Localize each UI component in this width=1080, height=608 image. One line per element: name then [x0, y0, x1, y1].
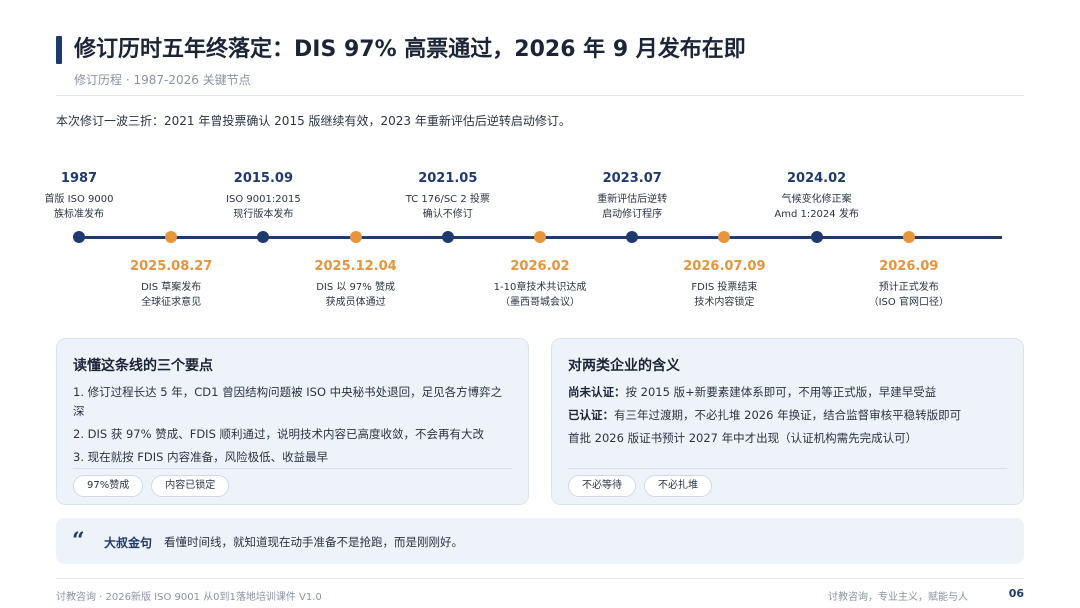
implications-card: 对两类企业的含义 尚未认证：按 2015 版+新要素建体系即可，不用等正式版，早… — [551, 338, 1024, 505]
timeline-event: 2023.07 重新评估后逆转 启动修订程序 — [552, 170, 712, 222]
footer-divider — [56, 578, 1024, 579]
event-description: 1-10章技术共识达成 （墨西哥城会议） — [493, 282, 587, 308]
key-point-item: 3. 现在就按 FDIS 内容准备，风险极低、收益最早 — [73, 450, 329, 464]
footer-course-name: 讨教咨询 · 2026新版 ISO 9001 从0到1落地培训课件 V1.0 — [56, 592, 322, 603]
timeline-node — [534, 231, 546, 243]
quote-label: 大叔金句 — [104, 536, 153, 550]
timeline-node — [73, 231, 85, 243]
tag-approval: 97%赞成 — [73, 475, 144, 497]
event-date: 2024.02 — [786, 171, 847, 186]
timeline-node — [349, 231, 362, 243]
event-description: 气候变化修正案 Amd 1:2024 发布 — [774, 194, 859, 220]
event-description: TC 176/SC 2 投票 确认不修订 — [405, 194, 490, 220]
quote-icon: “ — [72, 528, 85, 554]
event-date: 2021.05 — [418, 171, 478, 186]
key-points-title: 读懂这条线的三个要点 — [73, 358, 213, 374]
title-accent-bar — [56, 36, 62, 64]
tag-locked: 内容已锁定 — [151, 475, 230, 497]
implications-title: 对两类企业的含义 — [568, 358, 680, 374]
timeline-node — [810, 231, 823, 243]
event-description: 预计正式发布 （ISO 官网口径） — [868, 282, 949, 308]
event-date: 2025.12.04 — [314, 259, 397, 274]
key-point-item: 2. DIS 获 97% 赞成、FDIS 顺利通过，说明技术内容已高度收敛，不会… — [73, 427, 485, 441]
implication-text: 按 2015 版+新要素建体系即可，不用等正式版，早建早受益 — [625, 385, 937, 399]
tag-no-wait: 不必等待 — [568, 475, 636, 497]
timeline-node — [902, 231, 915, 243]
timeline-event: 2026.02 1-10章技术共识达成 （墨西哥城会议） — [460, 258, 620, 310]
event-date: 2026.07.09 — [683, 259, 766, 274]
event-description: 重新评估后逆转 启动修订程序 — [597, 194, 668, 220]
footer-slogan: 讨教咨询，专业主义，赋能与人 — [828, 592, 968, 603]
timeline-event: 2026.07.09 FDIS 投票结束 技术内容锁定 — [644, 258, 804, 310]
implication-label: 尚未认证： — [568, 385, 626, 399]
key-point-item: 1. 修订过程长达 5 年，CD1 曾因结构问题被 ISO 中央秘书处退回，足见… — [73, 385, 503, 418]
event-description: 首版 ISO 9000 族标准发布 — [44, 194, 114, 220]
page-subtitle: 修订历程 · 1987-2026 关键节点 — [74, 73, 251, 87]
event-date: 2025.08.27 — [130, 259, 213, 274]
timeline-node — [257, 231, 270, 243]
implication-row: 首批 2026 版证书预计 2027 年中才出现（认证机构需先完成认可） — [568, 429, 1007, 448]
implication-text: 有三年过渡期，不必扎堆 2026 年换证，结合监督审核平稳转版即可 — [614, 408, 962, 422]
timeline-event: 2025.08.27 DIS 草案发布 全球征求意见 — [91, 258, 251, 310]
timeline-event: 1987 首版 ISO 9000 族标准发布 — [0, 170, 159, 222]
card-divider — [568, 468, 1007, 469]
tag-no-rush: 不必扎堆 — [644, 475, 712, 497]
implications-list: 尚未认证：按 2015 版+新要素建体系即可，不用等正式版，早建早受益 已认证：… — [568, 383, 1007, 452]
page-number: 06 — [1008, 587, 1024, 600]
event-date: 2015.09 — [233, 171, 293, 186]
event-description: DIS 以 97% 赞成 获成员体通过 — [316, 282, 395, 308]
event-date: 2023.07 — [602, 171, 662, 186]
timeline-node — [165, 231, 178, 243]
key-points-list: 1. 修订过程长达 5 年，CD1 曾因结构问题被 ISO 中央秘书处退回，足见… — [73, 383, 512, 471]
timeline-node — [718, 231, 731, 243]
timeline-event: 2026.09 预计正式发布 （ISO 官网口径） — [829, 258, 989, 310]
implication-row: 尚未认证：按 2015 版+新要素建体系即可，不用等正式版，早建早受益 — [568, 383, 1007, 402]
event-description: FDIS 投票结束 技术内容锁定 — [691, 282, 758, 308]
intro-text: 本次修订一波三折：2021 年曾投票确认 2015 版继续有效，2023 年重新… — [56, 114, 571, 128]
key-points-tags: 97%赞成 内容已锁定 — [73, 475, 230, 497]
event-description: ISO 9001:2015 现行版本发布 — [226, 194, 301, 220]
timeline-event: 2015.09 ISO 9001:2015 现行版本发布 — [183, 170, 343, 222]
header-divider — [56, 95, 1024, 96]
timeline-event: 2024.02 气候变化修正案 Amd 1:2024 发布 — [737, 170, 897, 222]
timeline: 1987 首版 ISO 9000 族标准发布 2025.08.27 DIS 草案发布 … — [0, 160, 1080, 320]
event-date: 2026.09 — [879, 259, 939, 274]
quote-banner: “ 大叔金句 看懂时间线，就知道现在动手准备不是抢跑，而是刚刚好。 — [56, 518, 1024, 564]
timeline-node — [626, 231, 639, 243]
event-date: 1987 — [60, 171, 98, 186]
card-divider — [73, 468, 512, 469]
timeline-event: 2021.05 TC 176/SC 2 投票 确认不修订 — [368, 170, 528, 222]
implications-tags: 不必等待 不必扎堆 — [568, 475, 712, 497]
implication-row: 已认证：有三年过渡期，不必扎堆 2026 年换证，结合监督审核平稳转版即可 — [568, 406, 1007, 425]
page-title: 修订历时五年终落定：DIS 97% 高票通过，2026 年 9 月发布在即 — [74, 37, 746, 62]
event-date: 2026.02 — [510, 259, 570, 274]
implication-label: 已认证： — [568, 408, 614, 422]
timeline-node — [441, 231, 454, 243]
quote-text: 看懂时间线，就知道现在动手准备不是抢跑，而是刚刚好。 — [164, 535, 463, 549]
implication-text: 首批 2026 版证书预计 2027 年中才出现（认证机构需先完成认可） — [568, 431, 918, 445]
key-points-card: 读懂这条线的三个要点 1. 修订过程长达 5 年，CD1 曾因结构问题被 ISO… — [56, 338, 529, 505]
timeline-event: 2025.12.04 DIS 以 97% 赞成 获成员体通过 — [276, 258, 436, 310]
event-description: DIS 草案发布 全球征求意见 — [141, 282, 202, 308]
